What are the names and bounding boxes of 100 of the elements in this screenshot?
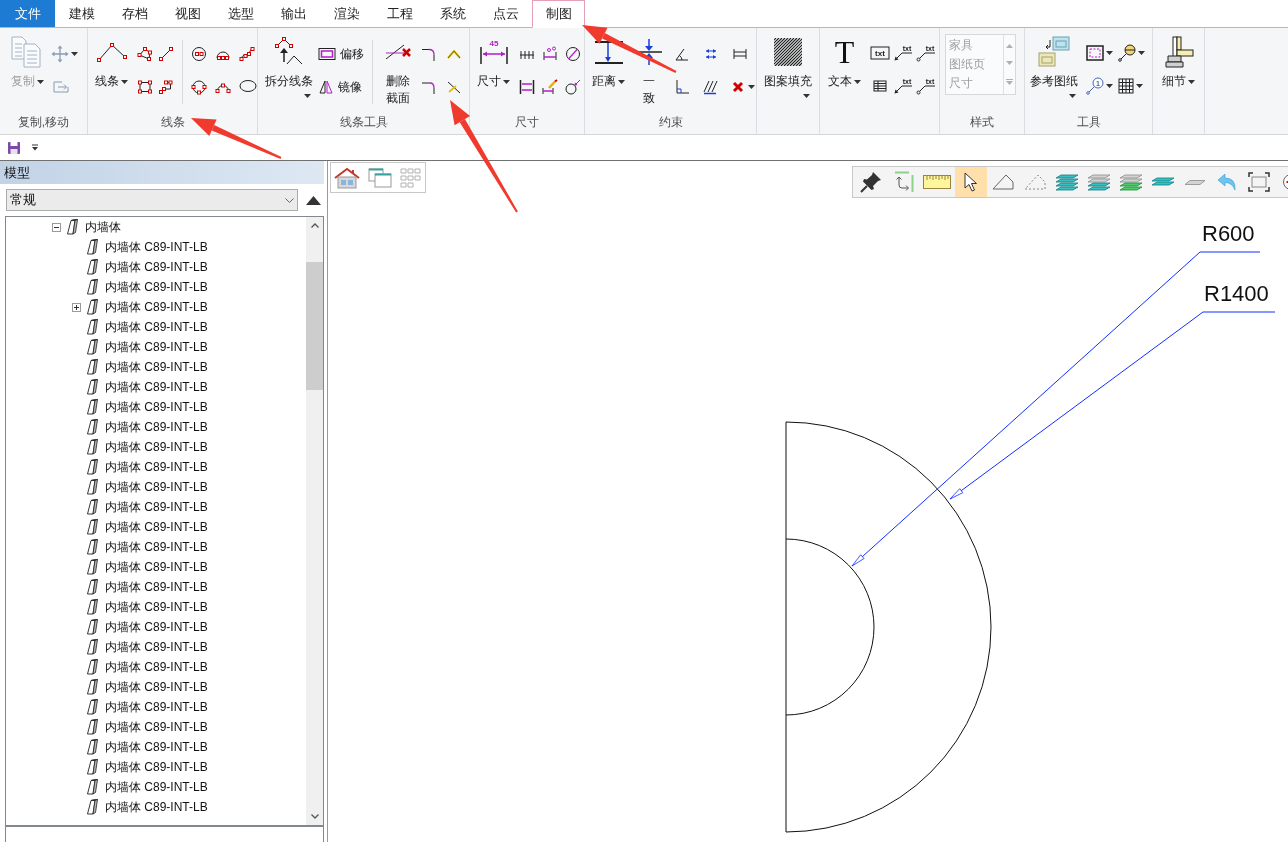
circle-three-point-icon[interactable] bbox=[191, 79, 207, 95]
polygon-icon[interactable] bbox=[137, 46, 153, 62]
ribbon-tab[interactable]: 渲染 bbox=[320, 0, 373, 27]
ribbon-tab[interactable]: 存档 bbox=[108, 0, 161, 27]
split-lines-button[interactable]: 拆分线条 bbox=[262, 28, 316, 98]
angle-icon[interactable] bbox=[674, 46, 690, 62]
tree-item[interactable]: 内墙体 C89-INT-LB bbox=[105, 779, 208, 795]
tree-item[interactable]: 内墙体 C89-INT-LB bbox=[105, 459, 208, 475]
save-icon[interactable] bbox=[7, 140, 21, 155]
lines-button[interactable]: 线条 bbox=[92, 28, 131, 90]
dimension-button[interactable]: 45 尺寸 bbox=[474, 28, 513, 90]
scrollbar-thumb[interactable] bbox=[306, 262, 323, 390]
overall-dimension-icon[interactable] bbox=[519, 79, 535, 95]
tree-item[interactable]: 内墙体 C89-INT-LB bbox=[105, 339, 208, 355]
coincident-button[interactable]: 一致 bbox=[632, 28, 666, 107]
pin-marker-icon[interactable] bbox=[1118, 44, 1136, 62]
offset-button[interactable]: 偏移 bbox=[318, 44, 364, 64]
planes-icon bbox=[1151, 176, 1175, 188]
caret-icon bbox=[1188, 79, 1195, 84]
tree-item[interactable]: 内墙体 bbox=[85, 219, 121, 235]
scroll-down-icon[interactable] bbox=[310, 814, 319, 819]
tree-item[interactable]: 内墙体 C89-INT-LB bbox=[105, 639, 208, 655]
tree-item[interactable]: 内墙体 C89-INT-LB bbox=[105, 399, 208, 415]
layers-icon bbox=[1119, 173, 1143, 191]
ribbon-tab[interactable]: 工程 bbox=[373, 0, 426, 27]
delete-icon[interactable] bbox=[732, 81, 744, 93]
equal-constraint-icon[interactable] bbox=[732, 46, 748, 62]
expand-toggle-icon[interactable] bbox=[72, 302, 81, 312]
tree-item[interactable]: 内墙体 C89-INT-LB bbox=[105, 739, 208, 755]
house-icon[interactable] bbox=[334, 166, 360, 189]
customize-dropdown-icon[interactable] bbox=[31, 144, 39, 151]
ribbon-tab[interactable]: 视图 bbox=[161, 0, 214, 27]
fillet-icon[interactable] bbox=[421, 46, 437, 62]
tree-item[interactable]: 内墙体 C89-INT-LB bbox=[105, 319, 208, 335]
ribbon-tab[interactable]: 点云 bbox=[479, 0, 532, 27]
ribbon-tab[interactable]: 制图 bbox=[532, 0, 585, 28]
tree-item[interactable]: 内墙体 C89-INT-LB bbox=[105, 479, 208, 495]
ribbon-tab[interactable]: 选型 bbox=[214, 0, 267, 27]
tree-item[interactable]: 内墙体 C89-INT-LB bbox=[105, 439, 208, 455]
reference-drawing-button[interactable]: 参考图纸 bbox=[1027, 28, 1081, 98]
delete-section-button[interactable]: 删除截面 bbox=[381, 28, 415, 107]
offset-icon bbox=[318, 47, 336, 61]
scrollbar[interactable] bbox=[306, 217, 323, 825]
circle-center-icon[interactable] bbox=[191, 46, 207, 62]
mirror-button[interactable]: 镜像 bbox=[318, 77, 362, 97]
tree-item[interactable]: 内墙体 C89-INT-LB bbox=[105, 579, 208, 595]
move-arrows-icon[interactable] bbox=[51, 45, 69, 63]
pencil-dimension-icon[interactable] bbox=[542, 79, 558, 95]
tree-item[interactable]: 内墙体 C89-INT-LB bbox=[105, 539, 208, 555]
category-dropdown[interactable]: 常规 bbox=[6, 189, 298, 211]
tree-item[interactable]: 内墙体 C89-INT-LB bbox=[105, 519, 208, 535]
ribbon-tab[interactable]: 输出 bbox=[267, 0, 320, 27]
tree-item[interactable]: 内墙体 C89-INT-LB bbox=[105, 259, 208, 275]
tree-item[interactable]: 内墙体 C89-INT-LB bbox=[105, 379, 208, 395]
spline-icon[interactable] bbox=[239, 46, 255, 62]
windows-icon[interactable] bbox=[368, 167, 392, 188]
text-button[interactable]: T 文本 bbox=[825, 28, 864, 90]
scroll-up-icon[interactable] bbox=[310, 223, 319, 228]
ellipse-icon[interactable] bbox=[239, 79, 257, 93]
table-icon[interactable] bbox=[873, 80, 887, 92]
ribbon-tab[interactable]: 文件 bbox=[0, 0, 55, 27]
perpendicular-icon[interactable] bbox=[674, 79, 690, 95]
tree-item[interactable]: 内墙体 C89-INT-LB bbox=[105, 239, 208, 255]
tree-item[interactable]: 内墙体 C89-INT-LB bbox=[105, 279, 208, 295]
diameter-icon[interactable] bbox=[565, 46, 581, 62]
wall-panel-icon bbox=[86, 519, 98, 535]
ribbon-tab[interactable]: 建模 bbox=[55, 0, 108, 27]
tree-item[interactable]: 内墙体 C89-INT-LB bbox=[105, 619, 208, 635]
view-tool-button[interactable] bbox=[955, 167, 987, 197]
collapse-toggle-icon[interactable] bbox=[52, 222, 61, 232]
tree-item[interactable]: 内墙体 C89-INT-LB bbox=[105, 699, 208, 715]
rectangle-icon[interactable] bbox=[137, 79, 153, 95]
tree-item[interactable]: 内墙体 C89-INT-LB bbox=[105, 419, 208, 435]
hatch-pattern-icon bbox=[774, 38, 802, 66]
tree-item[interactable]: 内墙体 C89-INT-LB bbox=[105, 559, 208, 575]
hatch-button[interactable]: 图案填充 bbox=[761, 28, 815, 98]
triangle-up-icon[interactable] bbox=[306, 195, 321, 205]
dashed-triangle-icon bbox=[1024, 174, 1046, 190]
dashed-frame-icon[interactable] bbox=[1086, 45, 1104, 61]
tree-item[interactable]: 内墙体 C89-INT-LB bbox=[105, 359, 208, 375]
circle-arrow-icon[interactable] bbox=[565, 79, 581, 95]
parallel-hatch-icon[interactable] bbox=[703, 79, 719, 95]
tree-item[interactable]: 内墙体 C89-INT-LB bbox=[105, 719, 208, 735]
line-segment-icon[interactable] bbox=[158, 46, 174, 62]
tree-item[interactable]: 内墙体 C89-INT-LB bbox=[105, 759, 208, 775]
tree-item[interactable]: 内墙体 C89-INT-LB bbox=[105, 659, 208, 675]
tree-item[interactable]: 内墙体 C89-INT-LB bbox=[105, 679, 208, 695]
distance-button[interactable]: 距离 bbox=[589, 28, 628, 90]
detail-button[interactable]: 细节 bbox=[1159, 28, 1198, 90]
extend-line-icon[interactable] bbox=[446, 79, 462, 95]
ribbon-tab[interactable]: 系统 bbox=[426, 0, 479, 27]
grid-table-icon[interactable] bbox=[1118, 78, 1134, 94]
horizontal-constraint-icon[interactable] bbox=[703, 46, 719, 62]
text-box-icon[interactable]: txt bbox=[870, 46, 890, 60]
tree-item[interactable]: 内墙体 C89-INT-LB bbox=[105, 299, 208, 315]
tree-item[interactable]: 内墙体 C89-INT-LB bbox=[105, 799, 208, 815]
tree-item[interactable]: 内墙体 C89-INT-LB bbox=[105, 499, 208, 515]
polyline-corner-icon[interactable] bbox=[158, 79, 174, 95]
point-dimension-icon[interactable] bbox=[542, 46, 558, 62]
tree-item[interactable]: 内墙体 C89-INT-LB bbox=[105, 599, 208, 615]
